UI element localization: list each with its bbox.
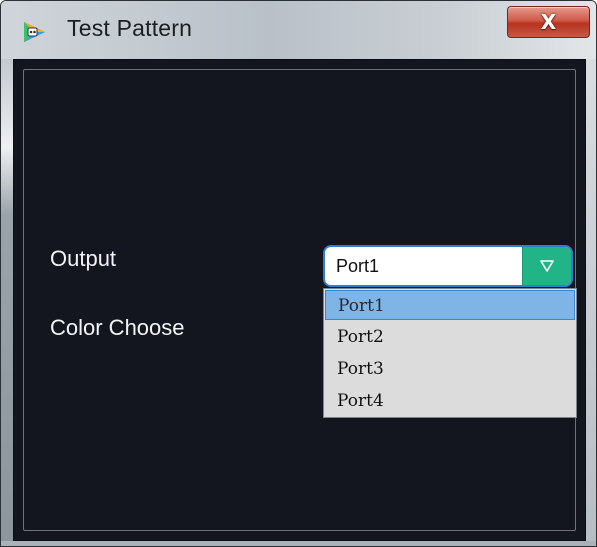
close-icon: X [540,10,557,34]
output-select-value: Port1 [336,256,380,276]
title-bar[interactable]: Test Pattern X [1,1,596,59]
window-border-right [586,59,596,546]
chevron-down-icon [540,260,554,272]
color-choose-label: Color Choose [50,315,185,340]
close-button[interactable]: X [507,6,590,38]
dropdown-toggle-button[interactable] [522,247,571,285]
option-port2[interactable]: Port2 [325,322,575,352]
option-port3[interactable]: Port3 [325,354,575,384]
output-dropdown-list: Port1 Port2 Port3 Port4 [323,288,577,418]
window-title: Test Pattern [67,15,193,41]
option-port1[interactable]: Port1 [325,290,575,320]
app-logo-icon [21,19,47,45]
option-port4[interactable]: Port4 [325,386,575,416]
test-pattern-window: Test Pattern X Output Color Choose Port1… [0,0,597,547]
window-border-left [1,59,13,546]
dialog-content: Output Color Choose Port1 Port1 Port2 Po… [13,59,586,541]
window-border-bottom [1,541,596,546]
output-select[interactable]: Port1 [323,245,573,287]
output-label: Output [50,246,117,271]
